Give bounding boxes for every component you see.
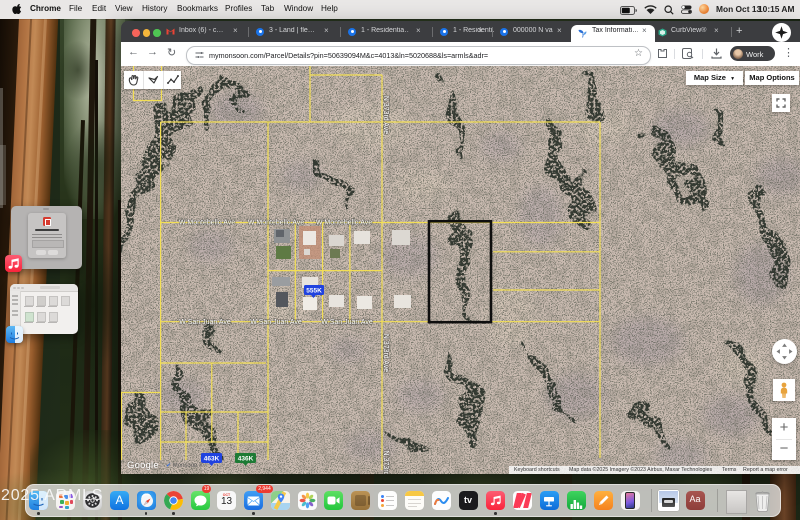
svg-text:436K: 436K <box>238 456 254 463</box>
svg-text:W Montebello Ave: W Montebello Ave <box>179 220 235 227</box>
svg-text:N 373rd: N 373rd <box>382 451 389 474</box>
svg-text:555K: 555K <box>306 288 322 295</box>
svg-text:W Montebello Ave: W Montebello Ave <box>316 220 372 227</box>
svg-text:W San Juan Ave: W San Juan Ave <box>250 319 302 326</box>
svg-text:W Montebello Ave: W Montebello Ave <box>248 220 304 227</box>
svg-text:W San Juan Ave: W San Juan Ave <box>321 319 373 326</box>
svg-text:N 373rd Ave: N 373rd Ave <box>382 334 389 373</box>
svg-text:463K: 463K <box>204 456 220 463</box>
svg-text:N 373rd Ave: N 373rd Ave <box>382 96 389 135</box>
svg-text:W San Juan Ave: W San Juan Ave <box>179 319 231 326</box>
